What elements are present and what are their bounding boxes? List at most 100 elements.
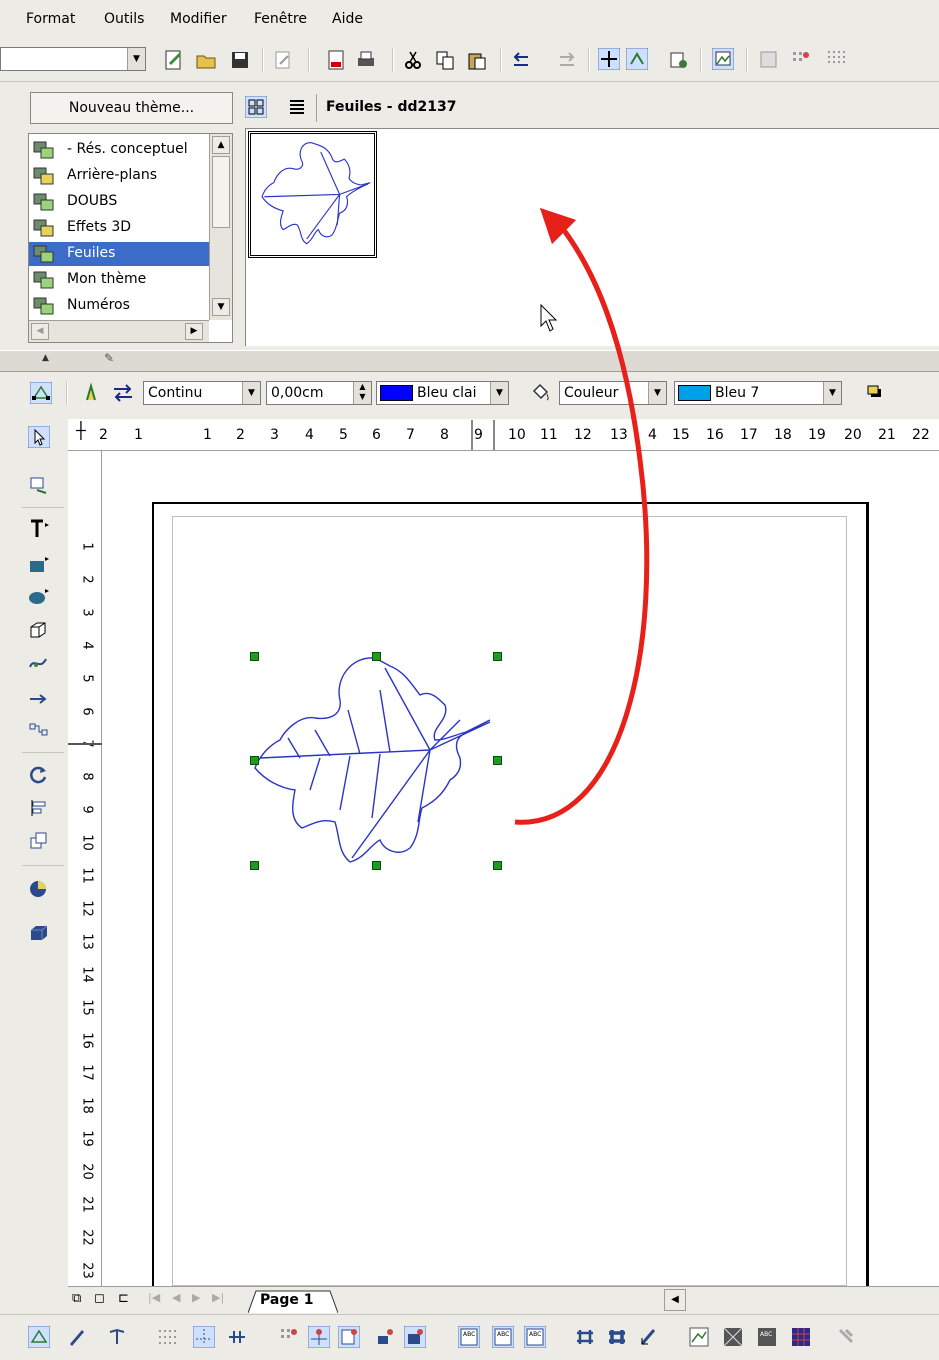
list-item[interactable]: Effets 3D [29,216,209,240]
align-icon[interactable] [28,797,50,819]
image-map-icon[interactable] [758,49,780,71]
handle-options-icon[interactable] [106,1326,128,1348]
export-pdf-icon[interactable] [325,49,347,71]
arrange-icon[interactable] [28,830,50,852]
snap-helplines-icon[interactable] [308,1326,330,1348]
handles-large-icon[interactable] [606,1326,628,1348]
curve-icon[interactable] [28,651,50,673]
scroll-down-icon[interactable]: ▼ [212,298,230,316]
select-pointer-icon[interactable] [28,426,50,448]
detail-view-icon[interactable] [286,96,308,118]
color-grid-icon[interactable] [790,1326,812,1348]
cut-icon[interactable] [402,49,424,71]
list-item[interactable]: Arrière-plans [29,164,209,188]
collapse-up-icon[interactable]: ▲ [42,353,49,363]
first-page-icon[interactable]: |◀ [148,1291,160,1304]
selection-handle[interactable] [250,756,259,765]
save-icon[interactable] [229,49,251,71]
gallery-thumbnail-leaf[interactable] [248,131,377,258]
stepper-icon[interactable]: ▲ ▼ [353,382,371,404]
exit-all-groups-icon[interactable] [722,1326,744,1348]
last-page-icon[interactable]: ▶| [212,1291,224,1304]
layer-view-icon[interactable]: ⊏ [118,1291,129,1306]
scroll-up-icon[interactable]: ▲ [212,136,230,154]
text-double-click-icon[interactable]: ABC [492,1326,514,1348]
selection-handle[interactable] [372,861,381,870]
scroll-thumb[interactable] [212,156,230,228]
modify-object-icon[interactable] [638,1326,660,1348]
list-item[interactable]: DOUBS [29,190,209,214]
outline-view-icon[interactable]: ◻ [94,1291,105,1306]
quick-edit-icon[interactable] [688,1326,710,1348]
fill-color-select[interactable]: Bleu 7 ▼ [674,381,842,405]
pin-icon[interactable]: ✎ [104,351,114,365]
shadow-icon[interactable] [864,382,886,404]
text-edit-icon[interactable]: ABC [524,1326,546,1348]
gallery-icon[interactable] [712,48,734,70]
horizontal-scrollbar[interactable]: ◀ ▶ [29,320,209,342]
dot-grid-icon[interactable] [157,1326,179,1348]
data-source-icon[interactable] [668,49,690,71]
menu-modifier[interactable]: Modifier [170,11,227,27]
navigator-icon[interactable] [626,48,648,70]
undo-icon[interactable] [510,49,532,71]
prev-page-icon[interactable]: ◀ [172,1291,180,1304]
next-page-icon[interactable]: ▶ [192,1291,200,1304]
line-width-field[interactable]: 0,00cm ▲ ▼ [266,381,372,405]
list-item-selected[interactable]: Feuiles [29,242,209,266]
paste-icon[interactable] [466,49,488,71]
selection-handle[interactable] [372,652,381,661]
connector-icon[interactable] [28,718,50,740]
grid-options-icon[interactable] [790,49,812,71]
vertical-scrollbar[interactable]: ▲ ▼ [209,134,232,320]
scroll-left-icon[interactable]: ◀ [664,1289,686,1311]
menu-fenetre[interactable]: Fenêtre [254,11,307,27]
line-arrow-icon[interactable] [28,685,50,707]
rotation-mode-icon[interactable] [28,1326,50,1348]
dot-grid-icon[interactable] [826,49,848,71]
helplines-icon[interactable] [193,1326,215,1348]
chevron-down-icon[interactable]: ▼ [127,48,145,70]
arrow-style-icon[interactable] [112,382,134,404]
3d-object-icon[interactable] [28,618,50,640]
drawing-view-icon[interactable]: ⧉ [72,1291,81,1306]
scroll-right-icon[interactable]: ▶ [185,323,203,340]
theme-list[interactable]: - Rés. conceptuel Arrière-plans DOUBS Ef… [28,133,233,343]
edit-file-icon[interactable] [272,49,294,71]
menu-format[interactable]: Format [26,11,75,27]
edit-points-icon[interactable] [30,382,52,404]
snap-object-frame-icon[interactable] [374,1326,396,1348]
redo-icon[interactable] [556,49,578,71]
leaf-drawing[interactable] [240,640,520,880]
list-item[interactable]: Numéros [29,294,209,318]
disabled-tool-icon[interactable] [836,1326,858,1348]
new-theme-button[interactable]: Nouveau thème... [30,92,233,124]
text-fit-icon[interactable]: ABC [458,1326,480,1348]
chevron-down-icon[interactable]: ▼ [823,382,841,404]
snap-grid-icon[interactable] [278,1326,300,1348]
line-color-select[interactable]: Bleu clai ▼ [376,381,509,405]
ruler-origin-icon[interactable]: ┼ [76,421,86,440]
list-item[interactable]: Mon thème [29,268,209,292]
open-folder-icon[interactable] [195,49,217,71]
rectangle-icon[interactable] [28,553,50,575]
snap-object-points-icon[interactable] [404,1326,426,1348]
handles-simple-icon[interactable] [574,1326,596,1348]
snap-page-margins-icon[interactable] [338,1326,360,1348]
tab-page-1[interactable]: Page 1 [248,1289,338,1313]
url-combo[interactable]: ▼ [0,47,146,71]
line-style-select[interactable]: Continu ▼ [143,381,261,405]
list-item[interactable]: - Rés. conceptuel [29,138,209,162]
print-icon[interactable] [355,49,377,71]
selection-handle[interactable] [493,861,502,870]
3d-box-icon[interactable] [28,922,50,944]
edit-doc-icon[interactable] [163,49,185,71]
ellipse-icon[interactable] [28,585,50,607]
zoom-icon[interactable] [28,475,50,497]
text-icon[interactable] [28,517,50,539]
text-area-icon[interactable]: ABC [756,1326,778,1348]
menu-outils[interactable]: Outils [104,11,144,27]
scroll-left-icon[interactable]: ◀ [31,323,49,340]
vertical-ruler[interactable]: 1234567891011121314151617181920212223 [68,451,102,1286]
copy-icon[interactable] [434,49,456,71]
